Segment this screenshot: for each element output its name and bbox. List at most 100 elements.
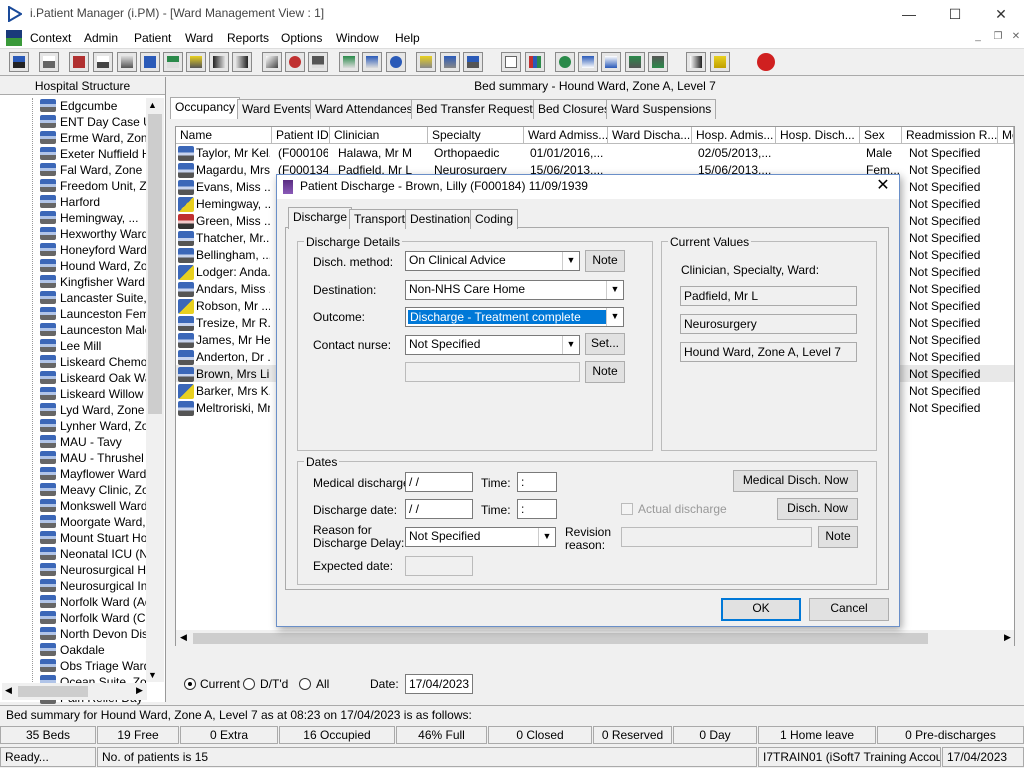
column-header-ward-admission[interactable]: Ward Admiss... xyxy=(524,127,608,144)
mdi-restore-button[interactable]: ❐ xyxy=(990,31,1006,45)
column-header-ward-discharge[interactable]: Ward Discha... xyxy=(608,127,692,144)
waiting-list-icon[interactable] xyxy=(601,52,621,72)
ward-item[interactable]: Oakdale xyxy=(40,642,146,658)
column-header-readmission[interactable]: Readmission R... xyxy=(902,127,998,144)
menu-options[interactable]: Options xyxy=(281,31,322,45)
tab-bed-transfer-requests[interactable]: Bed Transfer Requests xyxy=(411,99,544,119)
ward-item[interactable]: Neonatal ICU (NN xyxy=(40,546,146,562)
ward-item[interactable]: Mount Stuart Hos xyxy=(40,530,146,546)
scroll-up-icon[interactable]: ▲ xyxy=(148,100,157,110)
tab-ward-events[interactable]: Ward Events xyxy=(237,99,316,119)
revision-reason-field[interactable] xyxy=(621,527,812,547)
ward-item[interactable]: Monkswell Ward, xyxy=(40,498,146,514)
contact-nurse-set-button[interactable]: Set... xyxy=(585,333,625,355)
radio-current[interactable] xyxy=(184,678,196,690)
medical-discharge-date-field[interactable]: / / xyxy=(405,472,473,492)
dialog-tab-transport[interactable]: Transport xyxy=(349,209,410,229)
ward-item[interactable]: Liskeard Chemo D xyxy=(40,354,146,370)
transfer-icon[interactable] xyxy=(209,52,229,72)
warning-icon[interactable] xyxy=(710,52,730,72)
revision-note-button[interactable]: Note xyxy=(818,526,858,548)
chevron-down-icon[interactable]: ▼ xyxy=(606,308,623,326)
scroll-down-icon[interactable]: ▼ xyxy=(148,670,157,680)
note-button[interactable]: Note xyxy=(585,361,625,383)
ward-item[interactable]: Fal Ward, Zone E xyxy=(40,162,146,178)
date-field[interactable]: 17/04/2023 xyxy=(405,674,473,694)
notes-icon[interactable] xyxy=(416,52,436,72)
ward-item[interactable]: Launceston Male xyxy=(40,322,146,338)
grid-scroll-left-icon[interactable]: ◀ xyxy=(180,632,187,643)
disch-method-select[interactable]: On Clinical Advice ▼ xyxy=(405,251,580,271)
ward-item[interactable]: Lyd Ward, Zone I xyxy=(40,402,146,418)
tab-ward-attendances[interactable]: Ward Attendances xyxy=(310,99,418,119)
disch-now-button[interactable]: Disch. Now xyxy=(777,498,858,520)
ward-item[interactable]: Edgcumbe xyxy=(40,98,146,114)
dialog-tab-destination[interactable]: Destination xyxy=(405,209,476,229)
mdi-minimize-button[interactable]: _ xyxy=(970,31,986,45)
ward-item[interactable]: Liskeard Willow V xyxy=(40,386,146,402)
referral-icon[interactable] xyxy=(578,52,598,72)
ward-item[interactable]: Freedom Unit, Zo xyxy=(40,178,146,194)
column-header-patient-id[interactable]: Patient ID xyxy=(272,127,330,144)
ward-item[interactable]: Hemingway, ... xyxy=(40,210,146,226)
disch-method-note-button[interactable]: Note xyxy=(585,250,625,272)
mdi-close-button[interactable]: ✕ xyxy=(1008,31,1024,45)
mail-icon[interactable] xyxy=(140,52,160,72)
menu-patient[interactable]: Patient xyxy=(134,31,171,45)
dialog-close-icon[interactable]: ✕ xyxy=(874,176,892,196)
column-header-name[interactable]: Name xyxy=(176,127,272,144)
case-note-icon[interactable] xyxy=(69,52,89,72)
discharge-icon[interactable] xyxy=(262,52,282,72)
scroll-left-icon[interactable]: ◀ xyxy=(5,685,12,696)
schedule-icon[interactable] xyxy=(386,52,406,72)
ward-item[interactable]: Liskeard Oak Wa xyxy=(40,370,146,386)
radio-dtd[interactable] xyxy=(243,678,255,690)
ward-item[interactable]: Launceston Fema xyxy=(40,306,146,322)
ward-item[interactable]: Lynher Ward, Zor xyxy=(40,418,146,434)
expected-date-field[interactable] xyxy=(405,556,473,576)
ward-item[interactable]: Honeyford Ward, xyxy=(40,242,146,258)
clinician-icon[interactable] xyxy=(163,52,183,72)
actual-discharge-checkbox[interactable] xyxy=(621,503,633,515)
ward-item[interactable]: Moorgate Ward, Z xyxy=(40,514,146,530)
column-header-hosp-admission[interactable]: Hosp. Admis... xyxy=(692,127,776,144)
discharge-date-field[interactable]: / / xyxy=(405,499,473,519)
ok-button[interactable]: OK xyxy=(721,598,801,621)
tab-bed-closures[interactable]: Bed Closures xyxy=(533,99,616,119)
ward-item[interactable]: Kingfisher Ward xyxy=(40,274,146,290)
move-icon[interactable] xyxy=(686,52,706,72)
menu-window[interactable]: Window xyxy=(336,31,379,45)
document-icon[interactable] xyxy=(117,52,137,72)
close-button[interactable]: ✕ xyxy=(978,0,1024,28)
outcome-select[interactable]: Discharge - Treatment complete ▼ xyxy=(405,307,624,327)
column-header-hosp-discharge[interactable]: Hosp. Disch... xyxy=(776,127,860,144)
ward-item[interactable]: MAU - Tavy xyxy=(40,434,146,450)
admit-icon[interactable] xyxy=(463,52,483,72)
ward-list-hscroll-thumb[interactable] xyxy=(18,686,88,697)
ward-item[interactable]: Obs Triage Ward xyxy=(40,658,146,674)
ward-item[interactable]: Mayflower Ward, xyxy=(40,466,146,482)
globe-icon[interactable] xyxy=(555,52,575,72)
radio-all[interactable] xyxy=(299,678,311,690)
ward-item[interactable]: Exeter Nuffield H xyxy=(40,146,146,162)
tab-occupancy[interactable]: Occupancy xyxy=(170,97,241,119)
ward-item[interactable]: ENT Day Case U xyxy=(40,114,146,130)
note-edit-icon[interactable] xyxy=(186,52,206,72)
menu-admin[interactable]: Admin xyxy=(84,31,118,45)
chevron-down-icon[interactable]: ▼ xyxy=(606,281,623,299)
chevron-down-icon[interactable]: ▼ xyxy=(562,252,579,270)
destination-select[interactable]: Non-NHS Care Home ▼ xyxy=(405,280,624,300)
column-header-clinician[interactable]: Clinician xyxy=(330,127,428,144)
chevron-down-icon[interactable]: ▼ xyxy=(562,336,579,354)
ward-item[interactable]: Neurosurgical Inte xyxy=(40,578,146,594)
dialog-tab-coding[interactable]: Coding xyxy=(470,209,519,229)
blank-page-icon[interactable] xyxy=(501,52,521,72)
exit-icon[interactable] xyxy=(756,52,776,72)
ward-item[interactable]: Norfolk Ward (Ad xyxy=(40,594,146,610)
minimize-button[interactable]: — xyxy=(886,0,932,28)
grid-scroll-right-icon[interactable]: ▶ xyxy=(1004,632,1011,643)
download-icon[interactable] xyxy=(625,52,645,72)
note-text-field[interactable] xyxy=(405,362,580,382)
ward-item[interactable]: Harford xyxy=(40,194,146,210)
medical-discharge-time-field[interactable]: : xyxy=(517,472,557,492)
